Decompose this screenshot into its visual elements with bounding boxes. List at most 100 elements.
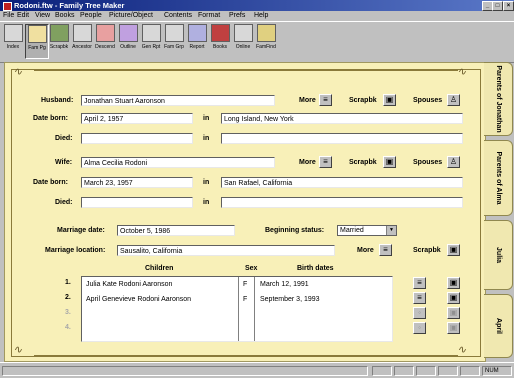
- wife-scrapbk-label: Scrapbk: [349, 159, 377, 166]
- husband-death-date-field[interactable]: [81, 133, 193, 144]
- app-window: Rodoni.ftw - Family Tree Maker _ □ × Fil…: [0, 0, 514, 378]
- child-scrapbook-button: ▣: [447, 307, 460, 319]
- child-birth-date[interactable]: September 3, 1993: [260, 293, 320, 306]
- beginning-status-select[interactable]: Married ▼: [337, 225, 397, 236]
- menu-format[interactable]: Format: [198, 11, 220, 21]
- child-sex[interactable]: F: [243, 293, 247, 306]
- child-row[interactable]: April Genevieve Rodoni Aaronson F Septem…: [82, 293, 392, 306]
- tab-parents-of-jonathan[interactable]: Parents of Jonathan: [484, 62, 513, 136]
- menu-people[interactable]: People: [80, 11, 102, 21]
- wife-more-button[interactable]: ≡: [319, 156, 332, 168]
- marriage-scrapbk-label: Scrapbk: [413, 247, 441, 254]
- beginning-status-value: Married: [340, 227, 364, 234]
- toolbar-famfind-button[interactable]: FamFind: [255, 24, 277, 57]
- in-label: in: [203, 199, 210, 206]
- menu-view[interactable]: View: [35, 11, 50, 21]
- books-icon: [210, 24, 230, 42]
- child-scrapbook-button[interactable]: ▣: [447, 292, 460, 304]
- child-sex[interactable]: F: [243, 278, 247, 291]
- wife-death-date-field[interactable]: [81, 197, 193, 208]
- child-row[interactable]: [82, 323, 392, 336]
- menu-prefs[interactable]: Prefs: [229, 11, 245, 21]
- window-title: Rodoni.ftw - Family Tree Maker: [14, 1, 125, 10]
- toolbar-online-button[interactable]: Online: [232, 24, 254, 57]
- child-number: 2.: [65, 294, 71, 301]
- child-more-button[interactable]: ≡: [413, 277, 426, 289]
- child-more-button[interactable]: ≡: [413, 292, 426, 304]
- close-button[interactable]: ×: [503, 1, 514, 11]
- child-number: 3.: [65, 309, 71, 316]
- in-label: in: [203, 179, 210, 186]
- menu-file[interactable]: File: [3, 11, 14, 21]
- birth-dates-header: Birth dates: [297, 265, 334, 272]
- marriage-date-label: Marriage date:: [57, 227, 105, 234]
- husband-scrapbk-label: Scrapbk: [349, 97, 377, 104]
- date-born-label: Date born:: [33, 179, 68, 186]
- chevron-down-icon[interactable]: ▼: [386, 226, 396, 235]
- husband-birth-date-field[interactable]: April 2, 1957: [81, 113, 193, 124]
- tab-parents-of-alma[interactable]: Parents of Alma: [484, 140, 513, 216]
- wife-spouses-button[interactable]: ♙: [447, 156, 460, 168]
- toolbar-descend-button[interactable]: Descend: [94, 24, 116, 57]
- husband-more-button[interactable]: ≡: [319, 94, 332, 106]
- toolbar-ancestor-button[interactable]: Ancestor: [71, 24, 93, 57]
- online-icon: [233, 24, 253, 42]
- toolbar-fam-grp-button[interactable]: Fam Grp: [163, 24, 185, 57]
- toolbar-outline-button[interactable]: Outline: [117, 24, 139, 57]
- scrapbook-icon: [49, 24, 69, 42]
- child-name[interactable]: Julia Kate Rodoni Aaronson: [86, 278, 172, 291]
- wife-death-place-field[interactable]: [221, 197, 463, 208]
- menu-picture-object[interactable]: Picture/Object: [109, 11, 153, 21]
- child-scrapbook-button[interactable]: ▣: [447, 277, 460, 289]
- menu-books[interactable]: Books: [55, 11, 74, 21]
- tab-julia[interactable]: Julia: [484, 220, 513, 290]
- toolbar-fam-pg-button[interactable]: Fam Pg: [25, 24, 49, 59]
- toolbar-books-button[interactable]: Books: [209, 24, 231, 57]
- wife-birth-date-field[interactable]: March 23, 1957: [81, 177, 193, 188]
- marriage-location-field[interactable]: Sausalito, California: [117, 245, 335, 256]
- wife-label: Wife:: [55, 159, 73, 166]
- husband-spouses-button[interactable]: ♙: [447, 94, 460, 106]
- toolbar-scrapbk-button[interactable]: Scrapbk: [48, 24, 70, 57]
- wife-birth-place-field[interactable]: San Rafael, California: [221, 177, 463, 188]
- report-icon: [187, 24, 207, 42]
- corner-flourish-icon: ∿: [13, 66, 23, 78]
- tab-april[interactable]: April: [484, 294, 513, 358]
- child-row[interactable]: Julia Kate Rodoni Aaronson F March 12, 1…: [82, 278, 392, 291]
- child-name[interactable]: April Genevieve Rodoni Aaronson: [86, 293, 191, 306]
- marriage-location-label: Marriage location:: [45, 247, 106, 254]
- toolbar-gen-rpt-button[interactable]: Gen Rpt: [140, 24, 162, 57]
- husband-scrapbook-button[interactable]: ▣: [383, 94, 396, 106]
- child-birth-date[interactable]: March 12, 1991: [260, 278, 309, 291]
- menu-help[interactable]: Help: [254, 11, 268, 21]
- status-message: [2, 366, 368, 376]
- family-tabs: Parents of Jonathan Parents of Alma Juli…: [484, 62, 514, 360]
- menu-bar: File Edit View Books People Picture/Obje…: [0, 11, 514, 21]
- family-page-panel: ∿ ∿ ∿ ∿ Husband: Jonathan Stuart Aaronso…: [4, 62, 486, 362]
- husband-death-place-field[interactable]: [221, 133, 463, 144]
- toolbar-report-button[interactable]: Report: [186, 24, 208, 57]
- husband-birth-place-field[interactable]: Long Island, New York: [221, 113, 463, 124]
- died-label: Died:: [55, 135, 73, 142]
- frame-bottom-rule: [34, 355, 458, 356]
- menu-contents[interactable]: Contents: [164, 11, 192, 21]
- in-label: in: [203, 115, 210, 122]
- descendant-tree-icon: [95, 24, 115, 42]
- marriage-more-button[interactable]: ≡: [379, 244, 392, 256]
- maximize-button[interactable]: □: [492, 1, 503, 11]
- toolbar-index-button[interactable]: Index: [2, 24, 24, 57]
- spouses-label: Spouses: [413, 97, 443, 104]
- marriage-scrapbook-button[interactable]: ▣: [447, 244, 460, 256]
- menu-edit[interactable]: Edit: [17, 11, 29, 21]
- husband-more-label: More: [299, 97, 316, 104]
- ancestor-tree-icon: [72, 24, 92, 42]
- status-bar: NUM: [0, 362, 514, 378]
- children-header: Children: [145, 265, 174, 272]
- child-row[interactable]: [82, 308, 392, 321]
- marriage-date-field[interactable]: October 5, 1986: [117, 225, 235, 236]
- wife-scrapbook-button[interactable]: ▣: [383, 156, 396, 168]
- wife-name-field[interactable]: Alma Cecilia Rodoni: [81, 157, 275, 168]
- husband-name-field[interactable]: Jonathan Stuart Aaronson: [81, 95, 275, 106]
- child-more-button: ◦: [413, 307, 426, 319]
- beginning-status-label: Beginning status:: [265, 227, 325, 234]
